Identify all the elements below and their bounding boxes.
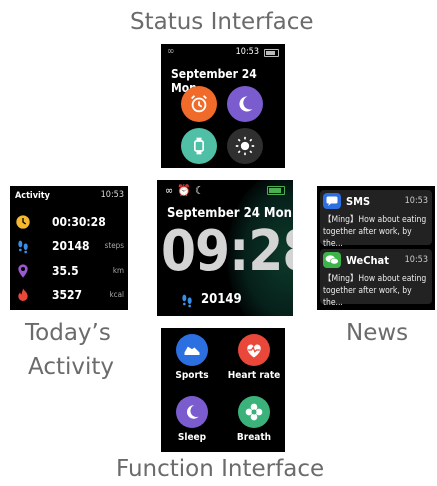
- watch-steps: 20149: [201, 292, 242, 307]
- news-app-name: WeChat: [346, 254, 389, 267]
- todays-activity-caption-line1: Today’s: [25, 320, 111, 346]
- function-heart-rate[interactable]: Heart rate: [223, 328, 285, 390]
- sleep-mode-button[interactable]: [227, 86, 263, 122]
- sports-label: Sports: [175, 370, 209, 381]
- location-icon: [14, 263, 32, 279]
- news-message: 【Ming】How about eating together after wo…: [323, 215, 427, 249]
- status-interface-caption: Status Interface: [130, 9, 314, 35]
- brightness-button[interactable]: [227, 128, 263, 164]
- status-interface-screen: ∞ 10:53 September 24 Mon: [161, 44, 285, 168]
- clock-icon: [14, 214, 32, 230]
- news-time: 10:53: [404, 196, 428, 206]
- breath-button[interactable]: [238, 396, 270, 428]
- sleep-button[interactable]: [176, 396, 208, 428]
- alarm-icon: [191, 95, 207, 113]
- activity-screen: Activity 10:53 00:30:28 20148 steps 35.5…: [10, 186, 128, 310]
- function-sports[interactable]: Sports: [161, 328, 223, 390]
- moon-icon: [186, 405, 199, 419]
- activity-row-distance: 35.5 km: [14, 261, 124, 281]
- news-card-wechat[interactable]: WeChat 10:53 【Ming】How about eating toge…: [320, 249, 432, 308]
- activity-distance-value: 35.5: [52, 264, 79, 278]
- activity-title: Activity: [15, 191, 50, 201]
- message-icon: [323, 193, 341, 209]
- activity-distance-unit: km: [112, 266, 124, 275]
- sleep-label: Sleep: [177, 432, 207, 443]
- watch-time: 09:28: [161, 219, 293, 284]
- sneaker-icon: [184, 346, 200, 355]
- function-breath[interactable]: Breath: [223, 390, 285, 452]
- function-sleep[interactable]: Sleep: [161, 390, 223, 452]
- footsteps-icon: [14, 238, 32, 254]
- news-time: 10:53: [404, 255, 428, 265]
- footsteps-icon: [179, 292, 195, 312]
- brightness-icon: [235, 136, 255, 156]
- activity-time: 10:53: [100, 190, 124, 200]
- news-message: 【Ming】How about eating together after wo…: [323, 274, 427, 308]
- activity-duration-value: 00:30:28: [52, 215, 106, 229]
- activity-row-steps: 20148 steps: [14, 236, 124, 256]
- watch-face-screen: ∞ ⏰ ☾ September 24 Mon 09:28 20149: [157, 180, 293, 316]
- news-card-sms[interactable]: SMS 10:53 【Ming】How about eating togethe…: [320, 190, 432, 249]
- watch-button[interactable]: [181, 128, 217, 164]
- moon-icon: [239, 96, 253, 112]
- function-interface-screen: Sports Heart rate Sleep Breath: [161, 328, 285, 452]
- news-caption: News: [346, 320, 409, 346]
- flame-icon: [14, 287, 32, 303]
- link-icon: ∞: [167, 46, 175, 57]
- alarm-icon: ⏰: [177, 184, 191, 197]
- function-interface-caption: Function Interface: [116, 456, 325, 482]
- news-screen: SMS 10:53 【Ming】How about eating togethe…: [317, 186, 435, 310]
- breath-label: Breath: [236, 432, 272, 443]
- status-icons: ∞ ⏰ ☾: [165, 184, 204, 197]
- heart-icon: [247, 344, 261, 358]
- activity-row-duration: 00:30:28: [14, 212, 124, 232]
- todays-activity-caption-line2: Activity: [28, 354, 115, 380]
- heart-rate-button[interactable]: [238, 334, 270, 366]
- news-app-name: SMS: [346, 195, 371, 208]
- flower-icon: [245, 403, 263, 421]
- alarm-button[interactable]: [181, 86, 217, 122]
- link-icon: ∞: [165, 184, 174, 197]
- activity-steps-value: 20148: [52, 239, 90, 253]
- moon-icon: ☾: [194, 184, 204, 197]
- wechat-icon: [323, 252, 341, 268]
- battery-icon: [264, 49, 279, 57]
- battery-icon: [267, 186, 285, 195]
- sports-button[interactable]: [176, 334, 208, 366]
- activity-calories-unit: kcal: [109, 290, 124, 299]
- activity-row-calories: 3527 kcal: [14, 285, 124, 305]
- activity-calories-value: 3527: [52, 288, 83, 302]
- heart-rate-label: Heart rate: [227, 370, 281, 381]
- activity-steps-unit: steps: [104, 241, 124, 250]
- status-time: 10:53: [235, 47, 259, 57]
- watch-icon: [194, 137, 204, 155]
